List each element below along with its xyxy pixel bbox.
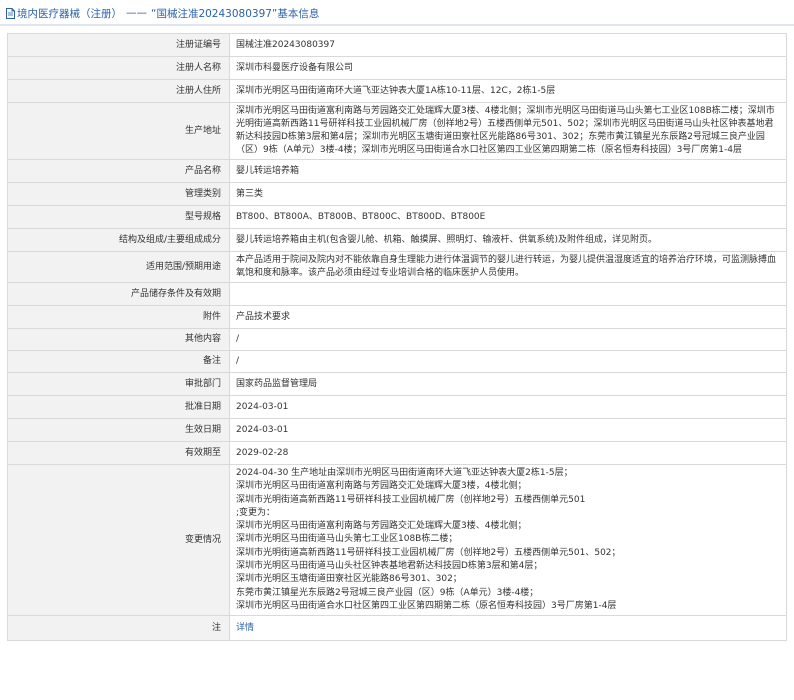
- change-line: 2024-04-30 生产地址由深圳市光明区马田街道南环大道飞亚达钟表大厦2栋1…: [236, 468, 573, 478]
- row-label: 产品名称: [7, 159, 230, 183]
- row-label: 型号规格: [7, 205, 230, 229]
- details-link[interactable]: 详情: [236, 623, 254, 633]
- change-line: 深圳市光明区玉塘街道田寮社区光能路86号301、302；: [236, 574, 462, 585]
- change-line: 深圳市光明区马田街道富利南路与芳园路交汇处瑞辉大厦3楼、4楼北侧；: [236, 521, 527, 532]
- table-row: 产品名称 婴儿转运培养箱: [7, 159, 787, 183]
- info-table: 注册证编号 国械注准20243080397 注册人名称 深圳市科曼医疗设备有限公…: [7, 33, 787, 642]
- table-row: 生效日期 2024-03-01: [7, 418, 787, 442]
- row-label: 适用范围/预期用途: [7, 251, 230, 283]
- changes-value: 2024-04-30 生产地址由深圳市光明区马田街道南环大道飞亚达钟表大厦2栋1…: [229, 463, 787, 617]
- table-row: 附件 产品技术要求: [7, 305, 787, 329]
- header-divider: [0, 24, 794, 26]
- row-value: 婴儿转运培养箱由主机(包含婴儿舱、机箱、触摸屏、照明灯、输液杆、供氧系统)及附件…: [229, 228, 787, 252]
- change-line: 深圳市光明街道高新西路11号研祥科技工业园机械厂房（创祥地2号）五楼西侧单元50…: [236, 494, 586, 505]
- row-value: /: [229, 328, 787, 351]
- table-row: 型号规格 BT800、BT800A、BT800B、BT800C、BT800D、B…: [7, 205, 787, 229]
- table-row: 管理类别 第三类: [7, 182, 787, 206]
- row-value: /: [229, 350, 787, 373]
- row-value: 深圳市科曼医疗设备有限公司: [229, 56, 787, 80]
- row-label: 结构及组成/主要组成成分: [7, 228, 230, 252]
- breadcrumb-category[interactable]: 境内医疗器械（注册）: [17, 6, 122, 21]
- table-row: 注册证编号 国械注准20243080397: [7, 33, 787, 57]
- row-value: 本产品适用于院间及院内对不能依靠自身生理能力进行体温调节的婴儿进行转运，为婴儿提…: [229, 251, 787, 283]
- row-label: 管理类别: [7, 182, 230, 206]
- change-line: 深圳市光明街道高新西路11号研祥科技工业园机械厂房（创祥地2号）五楼西侧单元50…: [236, 547, 621, 558]
- row-value: 详情: [229, 615, 787, 642]
- table-row: 审批部门 国家药品监督管理局: [7, 372, 787, 396]
- row-label: 批准日期: [7, 395, 230, 419]
- table-row: 注册人住所 深圳市光明区马田街道南环大道飞亚达钟表大厦1A栋10-11层、12C…: [7, 79, 787, 103]
- row-value: BT800、BT800A、BT800B、BT800C、BT800D、BT800E: [229, 205, 787, 229]
- change-line: 深圳市光明区马田街道马山头社区钟表基地君新达科技园D栋第3层和第4层；: [236, 561, 543, 572]
- table-row: 结构及组成/主要组成成分 婴儿转运培养箱由主机(包含婴儿舱、机箱、触摸屏、照明灯…: [7, 228, 787, 252]
- change-line: ;变更为：: [236, 507, 276, 518]
- row-label: 其他内容: [7, 328, 230, 351]
- table-row: 有效期至 2029-02-28: [7, 441, 787, 465]
- table-row: 批准日期 2024-03-01: [7, 395, 787, 419]
- row-label: 备注: [7, 350, 230, 373]
- row-value: 2024-03-01: [229, 418, 787, 442]
- row-value: 第三类: [229, 182, 787, 206]
- row-value: 深圳市光明区马田街道南环大道飞亚达钟表大厦1A栋10-11层、12C，2栋1-5…: [229, 79, 787, 103]
- row-value: 国家药品监督管理局: [229, 372, 787, 396]
- row-label: 注: [7, 615, 230, 642]
- change-line: 东莞市黄江镇星光东辰路2号冠城三良产业园（区）9栋（A单元）3楼-4楼；: [236, 587, 539, 598]
- table-row: 注册人名称 深圳市科曼医疗设备有限公司: [7, 56, 787, 80]
- row-value: 产品技术要求: [229, 305, 787, 329]
- row-value: 2024-03-01: [229, 395, 787, 419]
- row-label: 生产地址: [7, 102, 230, 160]
- table-row: 生产地址 深圳市光明区马田街道富利南路与芳园路交汇处瑞辉大厦3楼、4楼北侧；深圳…: [7, 102, 787, 160]
- row-value: 婴儿转运培养箱: [229, 159, 787, 183]
- table-row: 适用范围/预期用途 本产品适用于院间及院内对不能依靠自身生理能力进行体温调节的婴…: [7, 251, 787, 283]
- row-value: 2029-02-28: [229, 441, 787, 465]
- row-label: 附件: [7, 305, 230, 329]
- row-label: 注册人名称: [7, 56, 230, 80]
- table-row: 注 详情: [7, 615, 787, 642]
- row-label: 变更情况: [7, 463, 230, 617]
- table-row: 备注 /: [7, 350, 787, 373]
- change-line: 深圳市光明区马田街道马山头第七工业区108B栋二楼；: [236, 534, 458, 545]
- row-label: 审批部门: [7, 372, 230, 396]
- row-label: 生效日期: [7, 418, 230, 442]
- row-label: 有效期至: [7, 441, 230, 465]
- breadcrumb: 境内医疗器械（注册） —— “国械注准20243080397”基本信息: [6, 5, 319, 21]
- row-value: [229, 282, 787, 306]
- change-line: 深圳市光明区马田街道富利南路与芳园路交汇处瑞辉大厦3楼，4楼北侧；: [236, 481, 527, 492]
- row-value: 国械注准20243080397: [229, 33, 787, 57]
- row-label: 产品储存条件及有效期: [7, 282, 230, 306]
- change-line: 深圳市光明区马田街道合水口社区第四工业区第四期第二栋（原名恒寿科技园）3号厂房第…: [236, 600, 617, 611]
- row-value: 深圳市光明区马田街道富利南路与芳园路交汇处瑞辉大厦3楼、4楼北侧；深圳市光明区马…: [229, 102, 787, 160]
- table-row-changes: 变更情况 2024-04-30 生产地址由深圳市光明区马田街道南环大道飞亚达钟表…: [7, 463, 787, 617]
- row-label: 注册证编号: [7, 33, 230, 57]
- document-icon: [6, 7, 15, 19]
- table-row: 其他内容 /: [7, 328, 787, 351]
- row-label: 注册人住所: [7, 79, 230, 103]
- table-row: 产品储存条件及有效期: [7, 282, 787, 306]
- breadcrumb-current: “国械注准20243080397”基本信息: [151, 7, 320, 20]
- breadcrumb-separator: ——: [126, 7, 147, 19]
